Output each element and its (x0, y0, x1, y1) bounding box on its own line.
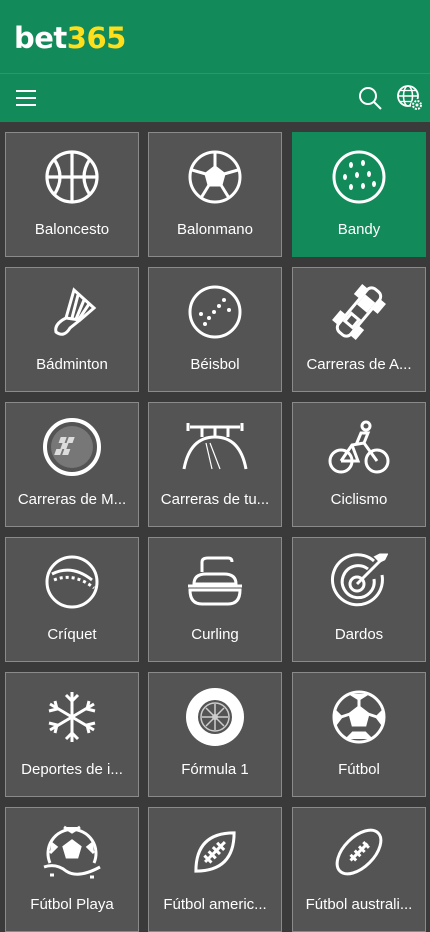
app-header: bet365 (0, 0, 430, 74)
australian-football-icon (335, 828, 383, 876)
sport-label: Deportes de i... (21, 761, 123, 778)
handball-icon (188, 150, 242, 204)
tyre-icon (186, 688, 244, 746)
sport-label: Fútbol americ... (163, 896, 267, 913)
sport-tile-bandy[interactable]: Bandy (292, 132, 426, 257)
sport-tile-badminton[interactable]: Bádminton (5, 267, 139, 392)
sport-label: Fútbol australi... (305, 896, 413, 913)
soccer-ball-icon (332, 690, 386, 744)
motorbike-racing-icon (43, 418, 101, 476)
sport-tile-dardos[interactable]: Dardos (292, 537, 426, 662)
snowflake-icon (48, 692, 96, 742)
american-football-icon (194, 831, 236, 873)
logo-text-365: 365 (66, 21, 127, 55)
language-settings-button[interactable] (390, 74, 430, 122)
sport-tile-carreras-de-autos[interactable]: Carreras de A... (292, 267, 426, 392)
bet365-logo[interactable]: bet365 (14, 22, 126, 54)
sport-tile-balonmano[interactable]: Balonmano (148, 132, 282, 257)
sport-label: Carreras de M... (17, 491, 127, 508)
sport-label: Carreras de tu... (160, 491, 270, 508)
race-track-icon (182, 423, 248, 470)
sport-label: Críquet (47, 626, 97, 643)
sport-label: Fútbol Playa (30, 896, 114, 913)
sport-label: Dardos (334, 626, 384, 643)
sports-grid: Baloncesto Balonmano Bandy Bádminton Béi… (0, 122, 430, 932)
top-toolbar (0, 74, 430, 122)
sport-tile-beisbol[interactable]: Béisbol (148, 267, 282, 392)
sport-tile-futbol-playa[interactable]: Fútbol Playa (5, 807, 139, 932)
sport-label: Bádminton (36, 356, 108, 373)
sport-label: Ciclismo (330, 491, 388, 508)
sport-tile-criquet[interactable]: Críquet (5, 537, 139, 662)
curling-stone-icon (188, 556, 242, 606)
sport-label: Fórmula 1 (181, 761, 249, 778)
shuttlecock-icon (54, 287, 97, 336)
basketball-icon (45, 150, 99, 204)
sport-label: Carreras de A... (306, 356, 412, 373)
sport-tile-baloncesto[interactable]: Baloncesto (5, 132, 139, 257)
sport-tile-formula-1[interactable]: Fórmula 1 (148, 672, 282, 797)
sport-tile-carreras-de-motos[interactable]: Carreras de M... (5, 402, 139, 527)
sport-tile-futbol[interactable]: Fútbol (292, 672, 426, 797)
sport-tile-deportes-de-invierno[interactable]: Deportes de i... (5, 672, 139, 797)
bandy-ball-icon (332, 150, 386, 204)
sport-tile-futbol-australiano[interactable]: Fútbol australi... (292, 807, 426, 932)
baseball-icon (188, 285, 242, 339)
menu-icon (16, 90, 36, 106)
sport-label: Curling (191, 626, 239, 643)
race-car-icon (332, 284, 386, 340)
dartboard-icon (330, 553, 388, 607)
search-icon (359, 87, 382, 110)
logo-text-bet: bet (14, 21, 67, 55)
sport-tile-ciclismo[interactable]: Ciclismo (292, 402, 426, 527)
sport-label: Baloncesto (34, 221, 110, 238)
sport-tile-curling[interactable]: Curling (148, 537, 282, 662)
sport-label: Fútbol (338, 761, 380, 778)
cricket-ball-icon (45, 555, 99, 609)
beach-soccer-icon (43, 825, 101, 879)
search-button[interactable] (350, 74, 390, 122)
globe-settings-icon (397, 85, 423, 111)
sport-label: Béisbol (190, 356, 240, 373)
sport-tile-futbol-americano[interactable]: Fútbol americ... (148, 807, 282, 932)
sport-tile-carreras-de-turismos[interactable]: Carreras de tu... (148, 402, 282, 527)
sport-label: Balonmano (177, 221, 253, 238)
cyclist-icon (328, 420, 390, 474)
sport-label: Bandy (337, 221, 381, 238)
menu-button[interactable] (6, 74, 46, 122)
